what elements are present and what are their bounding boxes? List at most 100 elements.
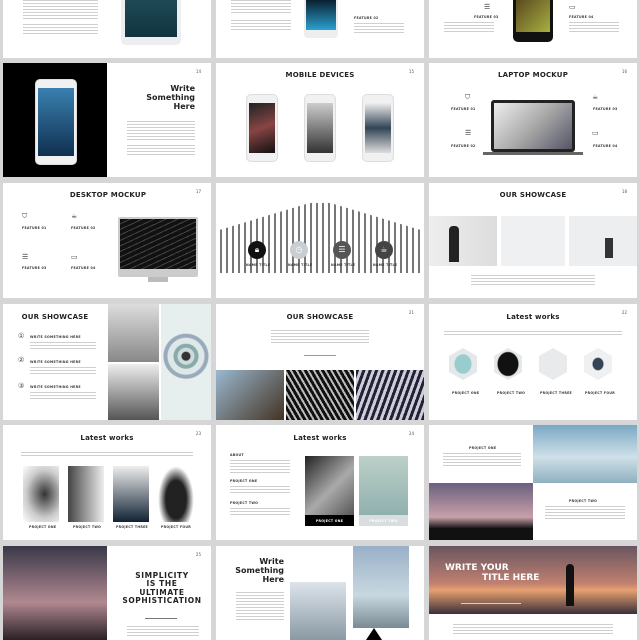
portrait-image [158,466,194,522]
divider [145,618,177,619]
staircase-image [161,304,211,420]
lock-icon: 🔒︎ [248,241,266,259]
slide-desktop-mockup[interactable]: 17 DESKTOP MOCKUP ⛉ FEATURE 01 ☕ FEATURE… [3,183,211,298]
slide-latest-works-hex[interactable]: 22 Latest works PROJECT ONE PROJECT TWO … [429,304,637,420]
item-title: WRITE SOMETHING HERE [30,360,81,364]
slide-mobile-devices[interactable]: 15 MOBILE DEVICES [216,63,424,177]
project-image [584,348,612,380]
body-text [230,486,290,495]
cup-icon: ☕ [592,93,599,101]
slide-number: 17 [195,189,201,194]
jumping-image [429,483,533,540]
number-3-icon: ③ [18,382,25,390]
slide-title: Write Something Here [146,84,195,111]
project-label: PROJECT FOUR [585,391,616,395]
slide-projects[interactable]: PROJECT ONE PROJECT TWO [429,425,637,540]
building-image [216,370,284,420]
name-title: NAME TITLE [331,263,356,267]
body-text [21,452,193,458]
slide-title: OUR SHOWCASE [286,313,354,321]
phone-mockup [362,94,394,162]
body-text [230,460,290,475]
portrait-image [68,466,104,522]
slide-write-something-2[interactable]: Write Something Here [216,546,424,640]
slide-title-banner[interactable]: WRITE YOUR TITLE HERE [429,546,637,640]
showcase-image [501,216,565,266]
slide-title: OUR SHOWCASE [499,191,567,199]
body-text [569,22,619,32]
triangle-decoration [366,628,382,640]
project-label: PROJECT ONE [452,391,480,395]
desktop-monitor [118,217,198,277]
slide-phone-features[interactable]: FEATURE 02 [216,0,424,58]
slide-laptop-mockup[interactable]: 16 LAPTOP MOCKUP ⛉ FEATURE 01 ☰ FEATURE … [429,63,637,177]
slide-phone-features-2[interactable]: ☰ FEATURE 03 ▭ FEATURE 04 [429,0,637,58]
body-text [30,367,96,376]
monitor-stand [148,277,168,282]
phone-mockup [513,0,553,42]
slide-title: MOBILE DEVICES [285,71,355,79]
slide-title: WRITE YOUR TITLE HERE [445,563,540,583]
slide-latest-works-about[interactable]: 24 Latest works ABOUT PROJECT ONE PROJEC… [216,425,424,540]
tablet-mockup [121,0,181,45]
body-text [444,331,622,337]
feature-label: FEATURE 04 [593,144,618,148]
video-icon: ▭ [592,129,599,137]
showcase-image [569,216,637,266]
slide-our-showcase[interactable]: 18 OUR SHOWCASE [429,183,637,298]
number-1-icon: ① [18,332,25,340]
shield-icon: ⛉ [22,212,28,220]
item-title: WRITE SOMETHING HERE [30,385,81,389]
section-label: PROJECT ONE [230,479,258,483]
body-text [453,624,613,636]
feature-label: FEATURE 01 [22,226,47,230]
project-image [494,348,522,380]
portrait-image [113,466,149,522]
slide-title: Latest works [506,313,560,321]
slide-latest-works-portraits[interactable]: 23 Latest works PROJECT ONE PROJECT TWO … [3,425,211,540]
project-label: PROJECT TWO [73,525,102,529]
phone-mockup [304,0,338,38]
feature-label: FEATURE 03 [474,15,499,19]
body-text [23,24,98,36]
number-2-icon: ② [18,356,25,364]
body-text [30,342,96,351]
body-text [471,275,595,285]
section-label: PROJECT TWO [230,501,259,505]
laptop-base [483,152,583,155]
feature-label: FEATURE 02 [354,16,379,20]
cup-icon: ☕ [375,241,393,259]
phone-mockup [246,94,278,162]
project-label: PROJECT TWO [497,391,526,395]
slide-number: 14 [195,69,201,74]
slide-our-showcase-list[interactable]: OUR SHOWCASE ① WRITE SOMETHING HERE ② WR… [3,304,211,420]
card-label: PROJECT TWO [369,519,398,523]
section-label: ABOUT [230,453,244,457]
slide-title: SIMPLICITY IS THE ULTIMATE SOPHISTICATION [122,571,202,605]
slide-title: OUR SHOWCASE [21,313,89,321]
item-title: WRITE SOMETHING HERE [30,335,81,339]
slide-simplicity[interactable]: 25 SIMPLICITY IS THE ULTIMATE SOPHISTICATIO… [3,546,211,640]
sliders-icon: ☰ [22,253,29,261]
body-text [230,508,290,517]
project-label: PROJECT FOUR [161,525,192,529]
clock-icon: ◷ [290,241,308,259]
sea-image [353,546,409,628]
slide-our-showcase-architecture[interactable]: 21 OUR SHOWCASE [216,304,424,420]
video-icon: ▭ [569,3,576,11]
showcase-image [429,216,497,266]
smoke-image [3,546,107,640]
body-text [30,392,96,401]
body-text [443,453,521,468]
slide-team[interactable]: 🔒︎ ◷ ☰ ☕ NAME TITLE NAME TITLE NAME TITL… [216,183,424,298]
laptop-mockup [491,100,575,152]
bridge-image [108,364,159,420]
project-image [539,348,567,380]
slide-write-something[interactable]: 14 Write Something Here [3,63,211,177]
slide-tablet[interactable] [3,0,211,58]
phone-mockup [304,94,336,162]
feature-label: FEATURE 02 [451,144,476,148]
feature-label: FEATURE 02 [71,226,96,230]
phone-mockup [35,79,77,165]
body-text [23,0,98,20]
